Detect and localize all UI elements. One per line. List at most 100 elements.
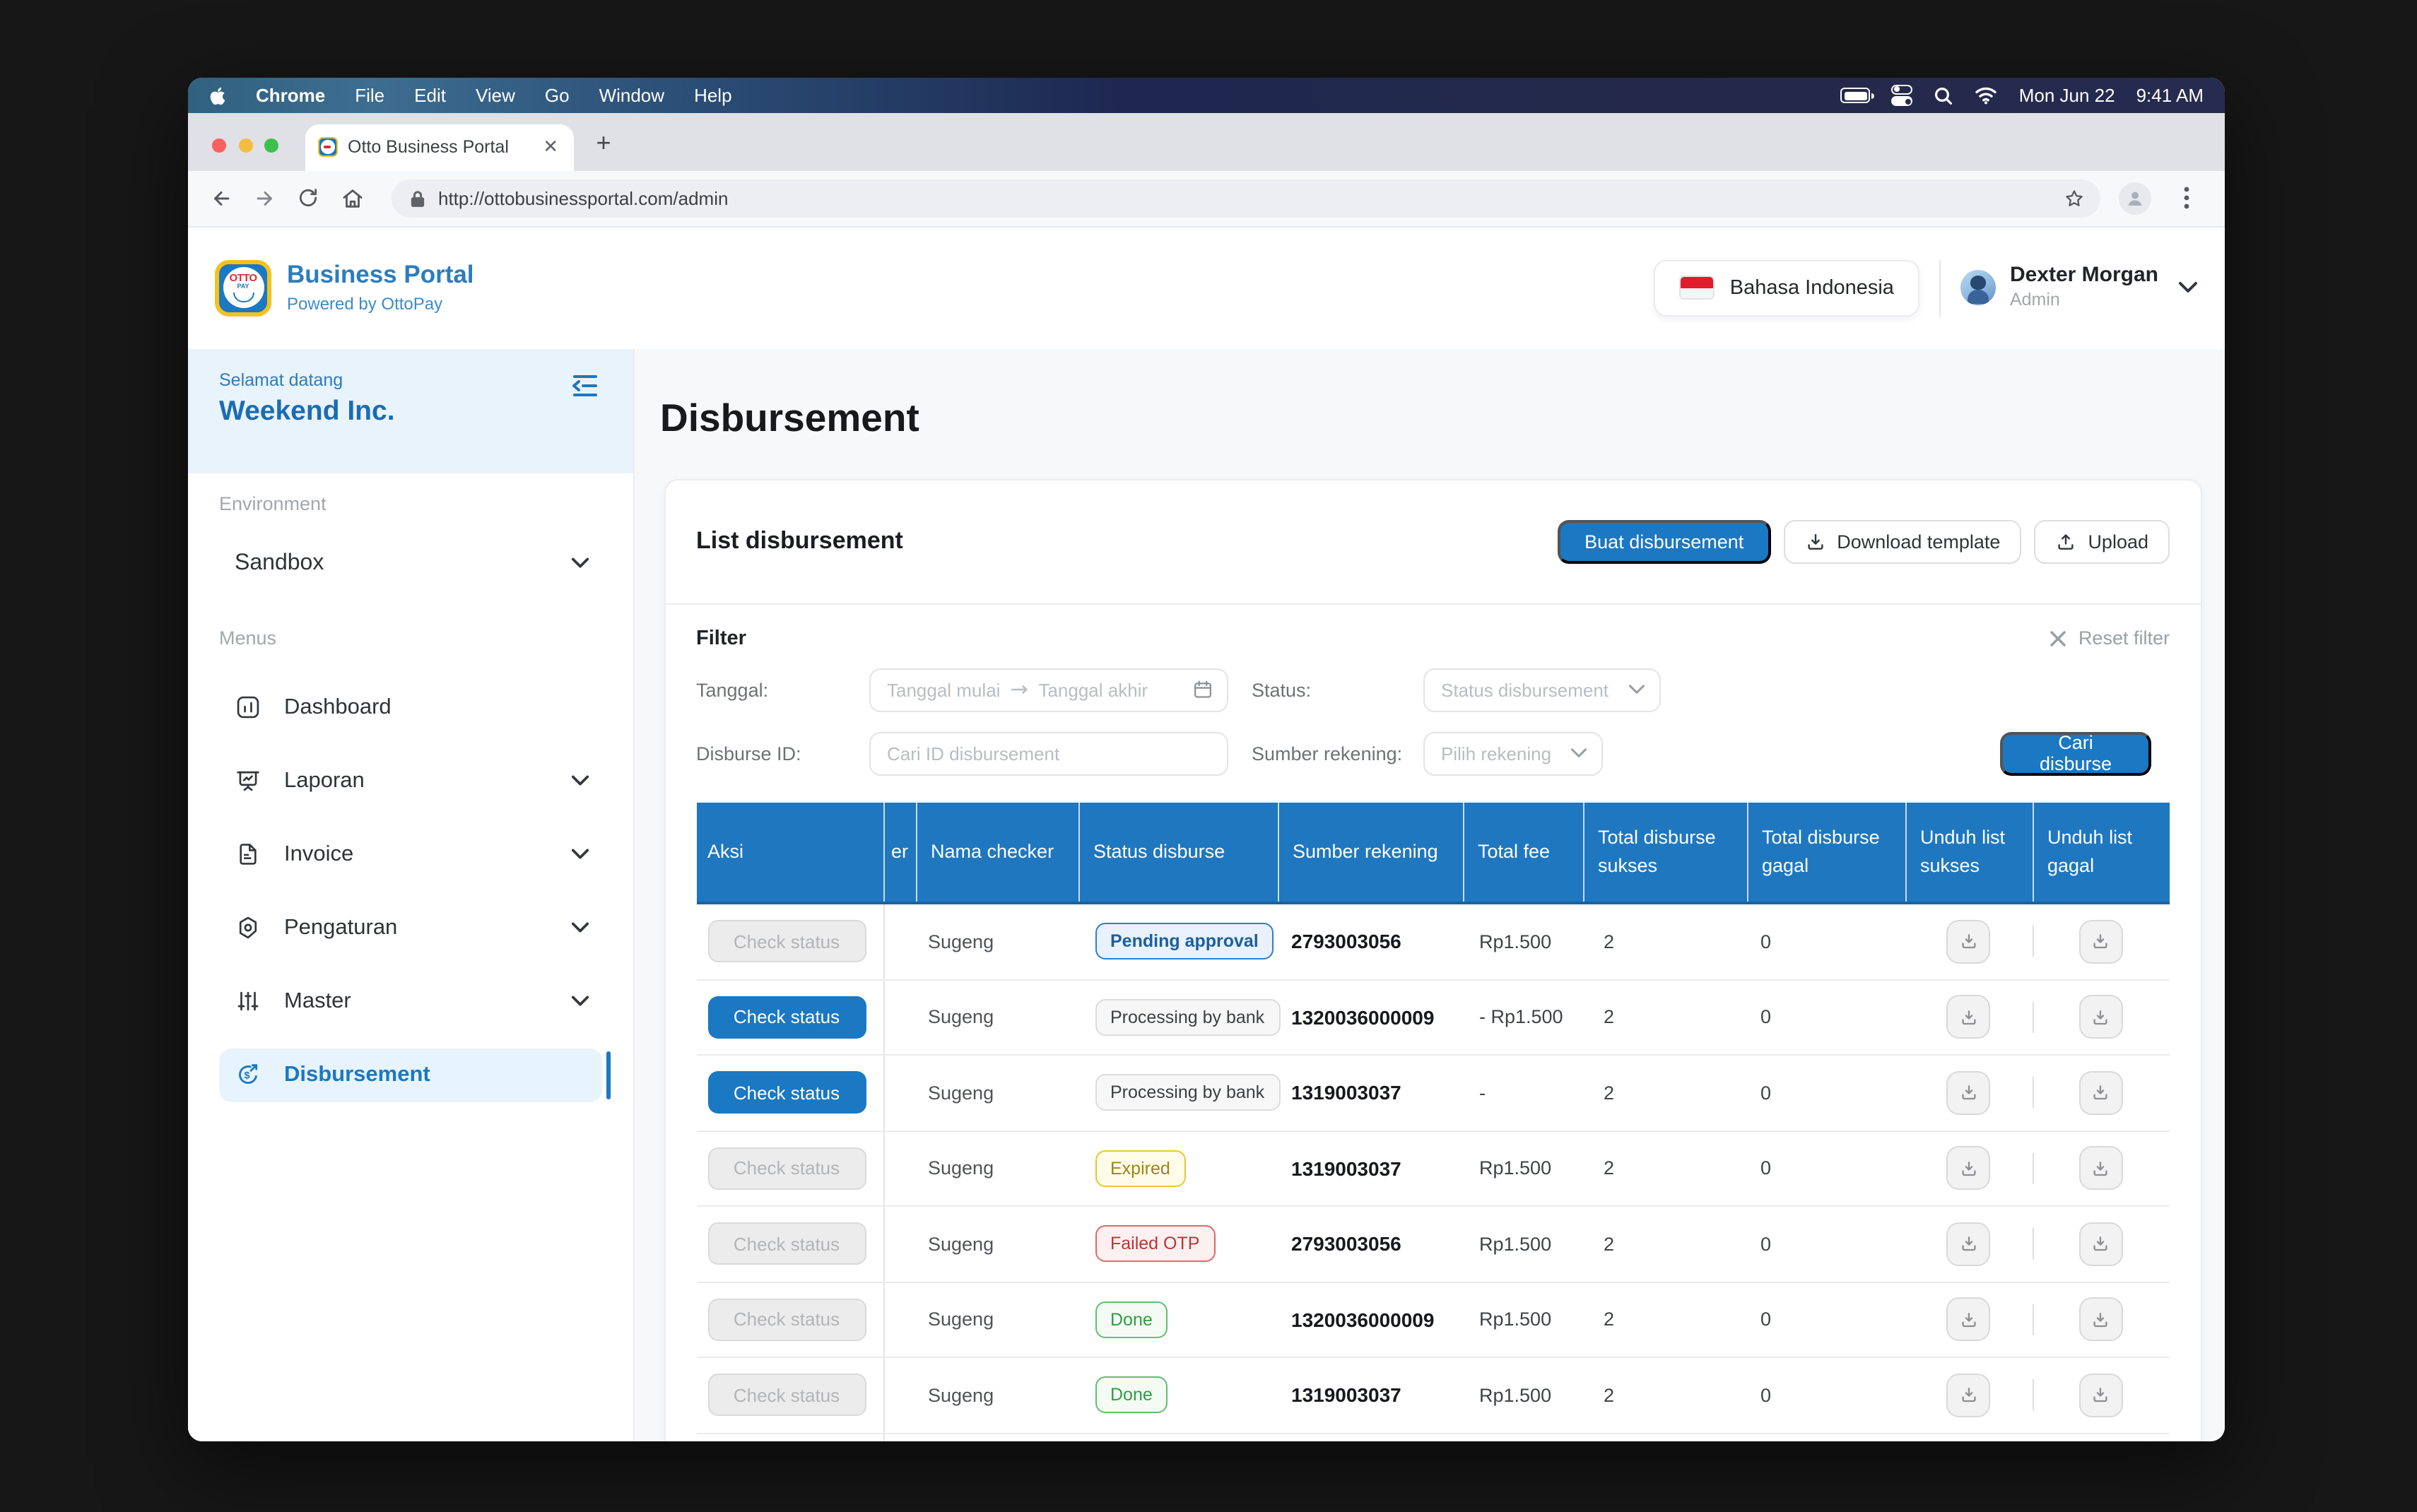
date-range-input[interactable]: Tanggal mulai Tanggal akhir [869, 668, 1228, 711]
upload-button[interactable]: Upload [2034, 519, 2170, 563]
download-success-list-button[interactable] [1946, 1147, 1990, 1191]
download-success-list-button[interactable] [1946, 1222, 1990, 1266]
reset-filter-button[interactable]: Reset filter [2050, 627, 2170, 649]
download-template-button[interactable]: Download template [1783, 519, 2021, 563]
environment-select[interactable]: Sandbox [219, 545, 601, 581]
status-badge: Done [1095, 1377, 1168, 1414]
checker-name: Sugeng [915, 980, 1078, 1054]
table-row: Check status Sugeng Processing by bank 1… [696, 1056, 2170, 1131]
menubar-item-go[interactable]: Go [545, 85, 570, 106]
arrow-right-icon [1010, 684, 1028, 695]
user-role: Admin [2010, 292, 2158, 312]
app-header: OTTOPAY Business Portal Powered by OttoP… [188, 227, 2225, 348]
status-filter-label: Status: [1252, 679, 1423, 700]
reload-icon[interactable] [288, 178, 328, 218]
disburse-id-label: Disburse ID: [696, 743, 869, 764]
user-menu-chevron-down-icon[interactable] [2178, 281, 2198, 294]
checker-name: Sugeng [915, 1056, 1078, 1130]
check-status-button[interactable]: Check status [707, 996, 866, 1039]
menubar-item-edit[interactable]: Edit [414, 85, 446, 106]
download-failed-list-button[interactable] [2079, 1374, 2123, 1417]
tab-close-icon[interactable]: ✕ [540, 136, 561, 158]
total-fee: - Rp1.500 [1462, 980, 1582, 1054]
bookmark-star-icon[interactable] [2064, 187, 2085, 208]
download-success-list-button[interactable] [1946, 1374, 1990, 1417]
total-fee: Rp1.500 [1462, 1358, 1582, 1432]
disburse-id-input[interactable]: Cari ID disbursement [869, 731, 1228, 775]
menubar-item-view[interactable]: View [476, 85, 515, 106]
zoom-window-button[interactable] [264, 138, 278, 152]
menubar-item-window[interactable]: Window [599, 85, 665, 106]
download-icon [1804, 531, 1825, 552]
check-status-button[interactable]: Check status [707, 1299, 866, 1341]
total-disburse-sukses: 2 [1582, 980, 1746, 1054]
sidebar-item-laporan[interactable]: Laporan [219, 754, 601, 808]
browser-menu-icon[interactable] [2167, 178, 2206, 218]
browser-profile-icon[interactable] [2119, 182, 2151, 214]
table-row: Check status Sugeng Processing by bank 1… [696, 980, 2170, 1056]
total-disburse-sukses: 2 [1582, 1207, 1746, 1281]
download-failed-list-button[interactable] [2079, 1298, 2123, 1342]
new-tab-button[interactable]: + [588, 127, 619, 158]
forward-icon[interactable] [245, 178, 284, 218]
browser-tab[interactable]: Otto Business Portal ✕ [305, 124, 574, 170]
sidebar-item-master[interactable]: Master [219, 974, 601, 1028]
status-badge: Processing by bank [1095, 1075, 1280, 1111]
create-disbursement-button[interactable]: Buat disbursement [1558, 519, 1770, 563]
source-account-select[interactable]: Pilih rekening [1423, 731, 1602, 775]
download-success-list-button[interactable] [1946, 996, 1990, 1039]
table-row: Check status Sugeng Expired 1319003037 R… [696, 1131, 2170, 1207]
menubar-item-chrome[interactable]: Chrome [256, 85, 325, 106]
total-fee: Rp1.500 [1462, 1207, 1582, 1281]
page-title: Disbursement [660, 395, 2202, 440]
control-center-icon[interactable] [1892, 85, 1913, 107]
download-success-list-button[interactable] [1946, 1071, 1990, 1115]
status-filter-select[interactable]: Status disbursement [1423, 668, 1660, 711]
minimize-window-button[interactable] [238, 138, 252, 152]
download-failed-list-button[interactable] [2079, 996, 2123, 1039]
check-status-button[interactable]: Check status [707, 1072, 866, 1114]
check-status-button[interactable]: Check status [707, 1147, 866, 1190]
total-disburse-gagal: 0 [1746, 1282, 1905, 1357]
close-icon [2050, 630, 2067, 646]
download-success-list-button[interactable] [1946, 1298, 1990, 1342]
language-selector[interactable]: Bahasa Indonesia [1654, 259, 1919, 316]
language-label: Bahasa Indonesia [1730, 276, 1894, 299]
main-content: Disbursement List disbursement Buat disb… [634, 348, 2225, 1441]
download-success-list-button[interactable] [1946, 920, 1990, 964]
sidebar-collapse-icon[interactable] [566, 367, 603, 403]
apple-logo-icon[interactable] [209, 85, 226, 105]
sidebar-item-dashboard[interactable]: Dashboard [219, 680, 601, 734]
wifi-icon[interactable] [1975, 86, 1998, 105]
close-window-button[interactable] [212, 138, 226, 152]
lock-icon[interactable] [410, 189, 425, 207]
brand-title: Business Portal [287, 262, 474, 290]
spotlight-search-icon[interactable] [1934, 85, 1954, 105]
total-disburse-sukses: 2 [1582, 1056, 1746, 1130]
menubar-item-file[interactable]: File [355, 85, 384, 106]
menubar-item-help[interactable]: Help [694, 85, 732, 106]
total-disburse-sukses: 2 [1582, 1358, 1746, 1432]
home-icon[interactable] [332, 178, 372, 218]
sidebar-item-pengaturan[interactable]: Pengaturan [219, 901, 601, 955]
table-row: Check status Sugeng Done 1320036000009 R… [696, 1282, 2170, 1358]
url-text[interactable]: http://ottobusinessportal.com/admin [438, 187, 2064, 208]
sidebar-item-invoice[interactable]: Invoice [219, 827, 601, 881]
column-total-fee: Total fee [1462, 802, 1582, 902]
check-status-button[interactable]: Check status [707, 1374, 866, 1417]
check-status-button[interactable]: Check status [707, 1223, 866, 1265]
download-failed-list-button[interactable] [2079, 920, 2123, 964]
check-status-button[interactable]: Check status [707, 921, 866, 963]
download-failed-list-button[interactable] [2079, 1222, 2123, 1266]
back-icon[interactable] [201, 178, 240, 218]
status-badge: Processing by bank [1095, 999, 1280, 1036]
url-bar[interactable]: http://ottobusinessportal.com/admin [392, 179, 2100, 217]
download-failed-list-button[interactable] [2079, 1071, 2123, 1115]
search-disburse-button[interactable]: Cari disburse [2000, 731, 2151, 775]
table-row: Check status Sugeng Done 1319003037 Rp1.… [696, 1358, 2170, 1434]
sidebar-item-disbursement[interactable]: $ Disbursement [219, 1048, 601, 1101]
download-failed-list-button[interactable] [2079, 1147, 2123, 1191]
status-badge: Done [1095, 1301, 1168, 1338]
total-disburse-gagal: 0 [1746, 980, 1905, 1054]
avatar[interactable] [1960, 270, 1996, 305]
